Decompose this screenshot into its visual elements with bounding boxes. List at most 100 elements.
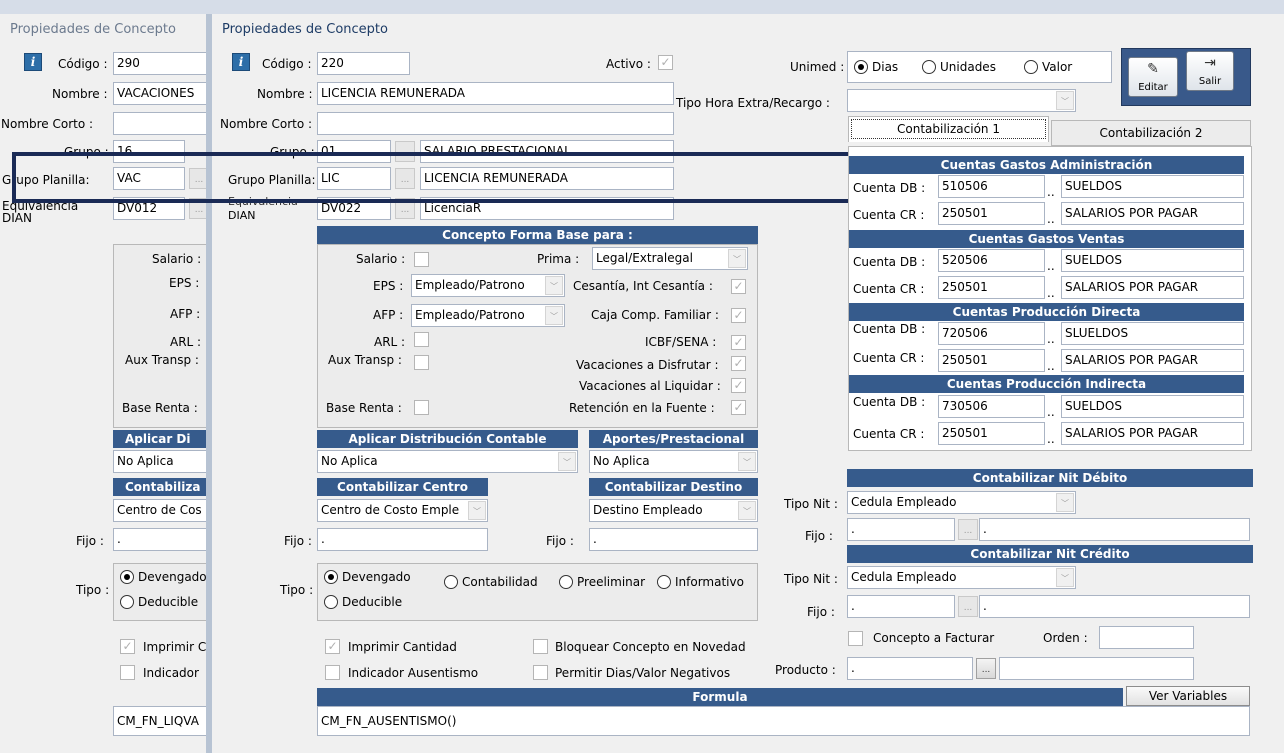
back-codigo-input[interactable]: 290 — [113, 52, 208, 75]
caja-checkbox[interactable]: ✓ — [731, 308, 746, 323]
codigo-input[interactable]: 220 — [317, 52, 410, 75]
radio-unidades[interactable] — [922, 60, 936, 74]
cesantia-label: Cesantía, Int Cesantía : — [573, 279, 713, 293]
vac-disfrutar-checkbox[interactable]: ✓ — [731, 356, 746, 371]
destino-combo[interactable]: Destino Empleado ﹀ — [589, 499, 758, 522]
aportes-combo[interactable]: No Aplica ﹀ — [589, 450, 758, 473]
producto-browse-button[interactable]: ... — [976, 658, 996, 679]
back-formula-input[interactable]: CM_FN_LIQVA — [113, 706, 208, 736]
indicador-checkbox[interactable] — [325, 665, 340, 680]
back-indicador-checkbox[interactable] — [120, 665, 135, 680]
retencion-checkbox[interactable]: ✓ — [731, 400, 746, 415]
informativo-label: Informativo — [675, 575, 744, 589]
arl-checkbox[interactable] — [414, 332, 429, 347]
producto-input[interactable]: . — [847, 657, 973, 680]
orden-input[interactable] — [1099, 626, 1194, 649]
radio-preeliminar[interactable] — [559, 575, 573, 589]
radio-valor[interactable] — [1024, 60, 1038, 74]
radio-informativo[interactable] — [657, 575, 671, 589]
producto-desc — [999, 657, 1194, 680]
back-nombre-corto-input[interactable] — [113, 112, 208, 135]
indirecta-cr-input[interactable]: 250501 — [938, 422, 1045, 445]
imprimir-cantidad-checkbox[interactable]: ✓ — [325, 639, 340, 654]
fijo-destino-input[interactable]: . — [589, 528, 758, 551]
fijo-input[interactable]: . — [317, 528, 488, 551]
destino-value: Destino Empleado — [593, 503, 703, 517]
base-header: Concepto Forma Base para : — [317, 226, 758, 244]
salario-checkbox[interactable] — [414, 252, 429, 267]
permitir-checkbox[interactable] — [533, 665, 548, 680]
radio-contabilidad[interactable] — [444, 575, 458, 589]
retencion-label: Retención en la Fuente : — [569, 401, 715, 415]
afp-combo[interactable]: Empleado/Patrono ﹀ — [411, 304, 565, 327]
tab-contabilizacion-2[interactable]: Contabilización 2 — [1051, 120, 1251, 146]
back-deducible-label: Deducible — [138, 595, 199, 609]
directa-cr-dots: .. — [1047, 359, 1055, 373]
directa-cr-input[interactable]: 250501 — [938, 349, 1045, 372]
admin-cr-input[interactable]: 250501 — [938, 202, 1045, 225]
base-renta-label: Base Renta : — [326, 401, 402, 415]
nit-debito-tipo-combo[interactable]: Cedula Empleado ﹀ — [847, 491, 1076, 514]
radio-deducible[interactable] — [324, 595, 338, 609]
producto-label: Producto : — [775, 663, 836, 677]
directa-db-input[interactable]: 720506 — [938, 322, 1045, 345]
indirecta-cr-dots: .. — [1047, 432, 1055, 446]
cesantia-checkbox[interactable]: ✓ — [731, 279, 746, 294]
aplicar-header: Aplicar Distribución Contable — [317, 430, 578, 448]
prima-combo[interactable]: Legal/Extralegal ﹀ — [592, 247, 748, 270]
back-eps-label: EPS : — [169, 276, 200, 290]
ver-variables-button[interactable]: Ver Variables — [1126, 686, 1250, 706]
nit-debito-fijo-desc: . — [979, 518, 1250, 541]
nit-credito-header: Contabilizar Nit Crédito — [847, 545, 1253, 563]
cuentas-ventas-header: Cuentas Gastos Ventas — [849, 230, 1244, 248]
salir-button[interactable]: ⇥ Salir — [1186, 51, 1234, 91]
aux-transp-checkbox[interactable] — [414, 355, 429, 370]
eps-combo[interactable]: Empleado/Patrono ﹀ — [411, 274, 565, 297]
back-centro-combo[interactable]: Centro de Cos — [113, 499, 208, 522]
centro-combo[interactable]: Centro de Costo Emple ﹀ — [317, 499, 488, 522]
nombre-input[interactable]: LICENCIA REMUNERADA — [317, 82, 674, 105]
aplicar-combo[interactable]: No Aplica ﹀ — [317, 450, 578, 473]
tab-contabilizacion-1[interactable]: Contabilización 1 — [848, 116, 1049, 142]
back-nombre-input[interactable]: VACACIONES — [113, 82, 208, 105]
info-icon[interactable]: i — [232, 53, 250, 71]
editar-button[interactable]: ✎ Editar — [1128, 57, 1178, 97]
nombre-corto-input[interactable] — [317, 112, 674, 135]
indirecta-db-input[interactable]: 730506 — [938, 395, 1045, 418]
back-radio-deducible[interactable] — [120, 595, 134, 609]
admin-db-input[interactable]: 510506 — [938, 175, 1045, 198]
nit-debito-fijo-input[interactable]: . — [847, 518, 955, 541]
ventas-cr-input[interactable]: 250501 — [938, 276, 1045, 299]
vac-liquidar-checkbox[interactable]: ✓ — [731, 378, 746, 393]
radio-devengado[interactable] — [324, 570, 338, 584]
tipo-hora-combo[interactable]: ﹀ — [847, 89, 1076, 112]
back-fijo-input[interactable]: . — [113, 528, 208, 551]
back-radio-devengado[interactable] — [120, 570, 134, 584]
unidades-label: Unidades — [940, 60, 996, 74]
nit-debito-tipo-value: Cedula Empleado — [851, 495, 957, 509]
chevron-down-icon: ﹀ — [1056, 493, 1074, 512]
concepto-facturar-checkbox[interactable] — [848, 631, 863, 646]
eps-value: Empleado/Patrono — [415, 278, 525, 292]
base-renta-checkbox[interactable] — [414, 400, 429, 415]
centro-value: Centro de Costo Emple — [321, 503, 460, 517]
radio-dias[interactable] — [854, 60, 868, 74]
back-imprimir-checkbox[interactable]: ✓ — [120, 639, 135, 654]
activo-checkbox[interactable]: ✓ — [658, 55, 673, 70]
aportes-header: Aportes/Prestacional — [589, 430, 758, 448]
back-info-icon[interactable]: i — [24, 53, 42, 71]
imprimir-cantidad-label: Imprimir Cantidad — [348, 640, 457, 654]
unimed-label: Unimed : — [790, 60, 845, 74]
bloquear-checkbox[interactable] — [533, 639, 548, 654]
ventas-db-input[interactable]: 520506 — [938, 249, 1045, 272]
nit-credito-browse-button[interactable]: ... — [958, 596, 978, 617]
nit-debito-browse-button[interactable]: ... — [958, 519, 978, 540]
back-aplicar-combo[interactable]: No Aplica — [113, 450, 208, 473]
nit-credito-tipo-combo[interactable]: Cedula Empleado ﹀ — [847, 566, 1076, 589]
formula-input[interactable]: CM_FN_AUSENTISMO() — [317, 706, 1250, 736]
salario-label: Salario : — [356, 252, 406, 266]
contabilidad-label: Contabilidad — [462, 575, 538, 589]
salir-label: Salir — [1198, 76, 1222, 87]
icbf-checkbox[interactable]: ✓ — [731, 335, 746, 350]
nit-credito-fijo-input[interactable]: . — [847, 595, 955, 618]
